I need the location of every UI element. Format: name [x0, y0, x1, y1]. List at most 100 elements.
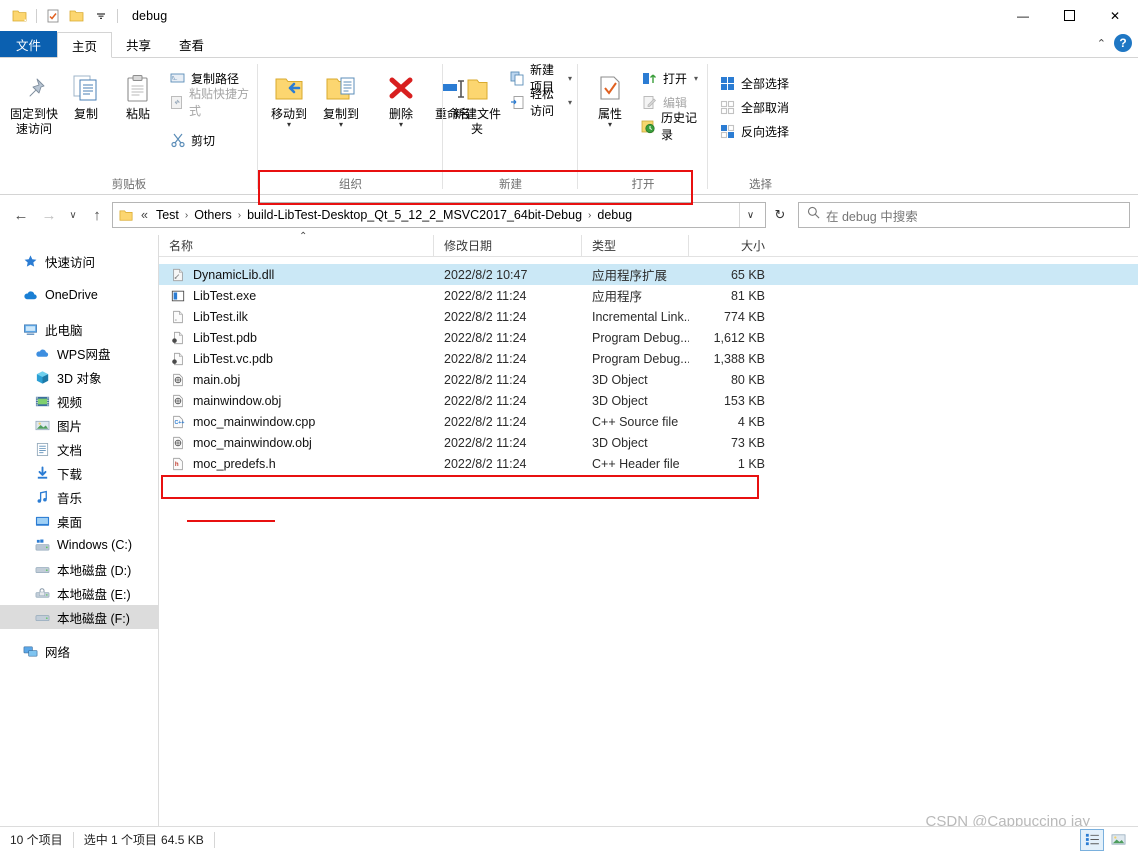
- tab-file[interactable]: 文件: [0, 31, 58, 57]
- breadcrumb-item-test[interactable]: Test: [151, 204, 184, 226]
- paste-button[interactable]: 粘贴: [112, 64, 164, 122]
- table-row[interactable]: main.obj 2022/8/2 11:24 3D Object 80 KB: [159, 369, 1138, 390]
- breadcrumb[interactable]: « Test › Others › build-LibTest-Desktop_…: [112, 202, 766, 228]
- sidebar-item-local-disk-f[interactable]: 本地磁盘 (F:): [0, 605, 158, 629]
- table-row[interactable]: LibTest.ilk 2022/8/2 11:24 Incremental L…: [159, 306, 1138, 327]
- sidebar-item-pictures[interactable]: 图片: [0, 413, 158, 437]
- sidebar-item-music[interactable]: 音乐: [0, 485, 158, 509]
- table-row[interactable]: C++ moc_mainwindow.cpp 2022/8/2 11:24 C+…: [159, 411, 1138, 432]
- copy-to-button[interactable]: 复制到 ▾: [315, 64, 367, 129]
- table-row[interactable]: LibTest.vc.pdb 2022/8/2 11:24 Program De…: [159, 348, 1138, 369]
- sidebar-item-onedrive[interactable]: OneDrive: [0, 283, 158, 307]
- qat-dropdown-icon[interactable]: [89, 4, 113, 28]
- breadcrumb-dropdown-button[interactable]: ∨: [739, 203, 761, 227]
- properties-caret-icon[interactable]: ▾: [608, 121, 612, 129]
- forward-button[interactable]: →: [36, 202, 62, 228]
- back-button[interactable]: ←: [8, 202, 34, 228]
- sidebar-item-downloads[interactable]: 下载: [0, 461, 158, 485]
- file-name: LibTest.vc.pdb: [193, 351, 273, 366]
- sidebar-label-local-disk-d: 本地磁盘 (D:): [57, 563, 132, 578]
- new-item-caret-icon[interactable]: ▾: [568, 74, 572, 83]
- invert-selection-button[interactable]: 反向选择: [716, 120, 795, 142]
- close-button[interactable]: ✕: [1092, 0, 1138, 31]
- easy-access-button[interactable]: 轻松访问 ▾: [507, 87, 578, 118]
- table-row[interactable]: moc_mainwindow.obj 2022/8/2 11:24 3D Obj…: [159, 432, 1138, 453]
- new-small-buttons: 新建项目 ▾ 轻松访问 ▾: [507, 63, 578, 118]
- sidebar-item-wps-cloud[interactable]: WPS网盘: [0, 341, 158, 365]
- file-name: LibTest.exe: [193, 288, 257, 303]
- tab-view[interactable]: 查看: [165, 31, 218, 57]
- open-button[interactable]: 打开 ▾: [638, 67, 708, 89]
- breadcrumb-item-others[interactable]: Others: [189, 204, 237, 226]
- refresh-button[interactable]: ↻: [768, 203, 792, 227]
- copy-path-label: 复制路径: [191, 71, 240, 86]
- column-header-date[interactable]: 修改日期: [434, 234, 582, 257]
- file-type: 应用程序扩展: [592, 269, 668, 283]
- history-button[interactable]: 历史记录: [638, 111, 708, 142]
- up-button[interactable]: ↑: [84, 202, 110, 228]
- sidebar-item-network[interactable]: 网络: [0, 639, 158, 663]
- pin-to-quick-access-button[interactable]: 固定到快速访问: [8, 64, 60, 137]
- tab-share[interactable]: 共享: [112, 31, 165, 57]
- table-row[interactable]: DynamicLib.dll 2022/8/2 10:47 应用程序扩展 65 …: [159, 264, 1138, 285]
- open-caret-icon[interactable]: ▾: [694, 74, 698, 83]
- move-to-caret-icon[interactable]: ▾: [287, 121, 291, 129]
- file-name: LibTest.pdb: [193, 330, 257, 345]
- view-buttons: [1080, 828, 1130, 851]
- breadcrumb-ellipsis[interactable]: «: [138, 204, 151, 226]
- tab-home[interactable]: 主页: [57, 32, 113, 58]
- qat-properties-icon[interactable]: [41, 4, 65, 28]
- file-type: 3D Object: [592, 393, 648, 408]
- sidebar-item-videos[interactable]: 视频: [0, 389, 158, 413]
- desktop-icon: [34, 513, 50, 529]
- sidebar-label-onedrive: OneDrive: [45, 288, 98, 302]
- obj-icon: [170, 393, 186, 409]
- sidebar-item-documents[interactable]: 文档: [0, 437, 158, 461]
- select-all-button[interactable]: 全部选择: [716, 72, 795, 94]
- file-date: 2022/8/2 11:24: [444, 393, 527, 408]
- breadcrumb-item-debug[interactable]: debug: [592, 204, 637, 226]
- breadcrumb-item-build-dir[interactable]: build-LibTest-Desktop_Qt_5_12_2_MSVC2017…: [242, 204, 587, 226]
- ribbon-group-clipboard: 固定到快速访问 复制 粘贴 \\.. 复制路径 粘贴快捷方式 剪切 剪贴板: [0, 58, 258, 195]
- file-type: 3D Object: [592, 372, 648, 387]
- new-folder-button[interactable]: 新建文件夹: [451, 64, 503, 137]
- table-row[interactable]: h moc_predefs.h 2022/8/2 11:24 C++ Heade…: [159, 453, 1138, 474]
- help-button[interactable]: ?: [1114, 34, 1132, 52]
- search-box[interactable]: 在 debug 中搜索: [798, 202, 1130, 228]
- collapse-ribbon-button[interactable]: ⌃: [1097, 37, 1106, 50]
- table-row[interactable]: LibTest.pdb 2022/8/2 11:24 Program Debug…: [159, 327, 1138, 348]
- select-none-label: 全部取消: [741, 100, 790, 115]
- paste-shortcut-button[interactable]: 粘贴快捷方式: [166, 87, 258, 118]
- minimize-button[interactable]: —: [1000, 0, 1046, 31]
- sidebar-item-this-pc[interactable]: 此电脑: [0, 317, 158, 341]
- sidebar-item-quick-access[interactable]: 快速访问: [0, 249, 158, 273]
- sidebar-item-local-disk-d[interactable]: 本地磁盘 (D:): [0, 557, 158, 581]
- table-row[interactable]: LibTest.exe 2022/8/2 11:24 应用程序 81 KB: [159, 285, 1138, 306]
- properties-button[interactable]: 属性 ▾: [584, 64, 636, 129]
- sidebar-item-windows-c[interactable]: Windows (C:): [0, 533, 158, 557]
- select-none-button[interactable]: 全部取消: [716, 96, 795, 118]
- details-view-button[interactable]: [1080, 828, 1104, 851]
- delete-caret-icon[interactable]: ▾: [399, 121, 403, 129]
- column-header-type[interactable]: 类型: [582, 234, 689, 257]
- copy-button[interactable]: 复制: [60, 64, 112, 122]
- column-header-size[interactable]: 大小: [689, 235, 775, 257]
- sidebar-label-windows-c: Windows (C:): [57, 538, 133, 552]
- recent-locations-button[interactable]: ∨: [64, 202, 82, 228]
- easy-access-caret-icon[interactable]: ▾: [568, 98, 572, 107]
- maximize-button[interactable]: [1046, 0, 1092, 31]
- qat-folder-icon[interactable]: [8, 4, 32, 28]
- delete-button[interactable]: 删除 ▾: [375, 64, 427, 129]
- file-name: main.obj: [193, 372, 241, 387]
- sidebar-item-desktop[interactable]: 桌面: [0, 509, 158, 533]
- sidebar-item-3d-objects[interactable]: 3D 对象: [0, 365, 158, 389]
- cut-button[interactable]: 剪切: [166, 129, 258, 151]
- copy-to-caret-icon[interactable]: ▾: [339, 121, 343, 129]
- file-date: 2022/8/2 11:24: [444, 414, 527, 429]
- table-row[interactable]: mainwindow.obj 2022/8/2 11:24 3D Object …: [159, 390, 1138, 411]
- column-header-name[interactable]: 名称: [159, 234, 434, 257]
- large-icons-view-button[interactable]: [1106, 829, 1130, 851]
- move-to-button[interactable]: 移动到 ▾: [263, 64, 315, 129]
- sidebar-item-local-disk-e[interactable]: 本地磁盘 (E:): [0, 581, 158, 605]
- qat-new-folder-icon[interactable]: [65, 4, 89, 28]
